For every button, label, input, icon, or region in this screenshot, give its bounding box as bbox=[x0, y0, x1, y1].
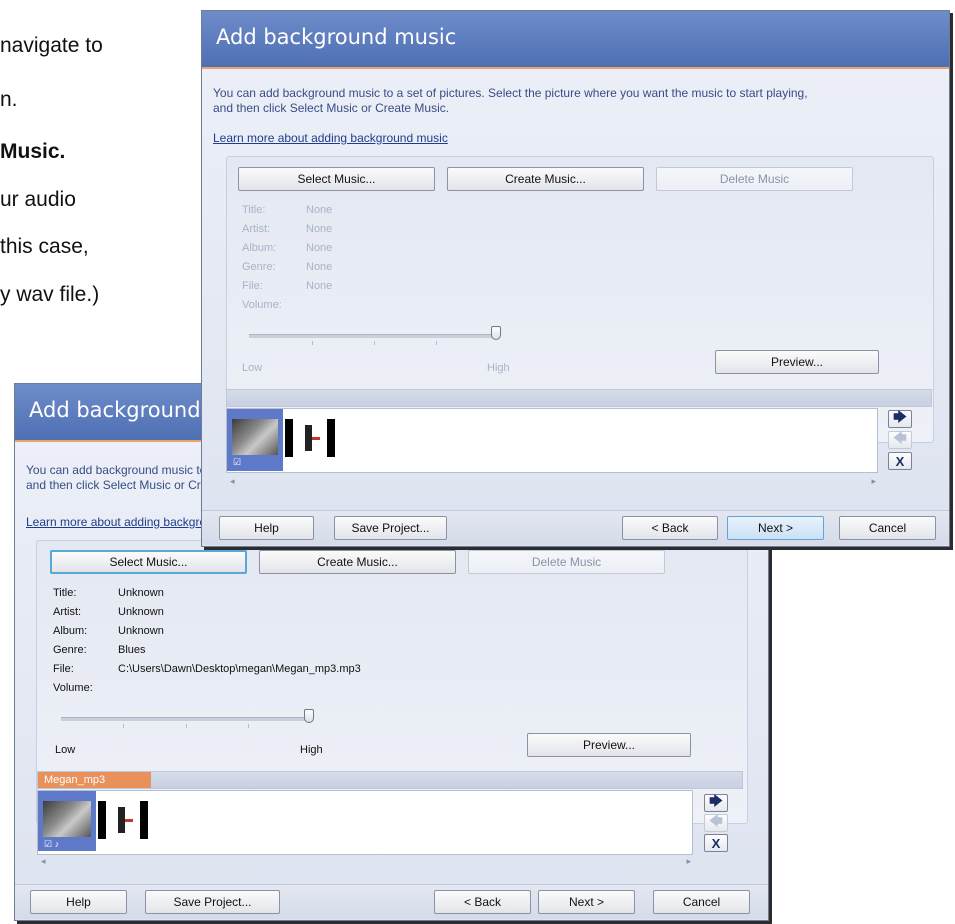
move-left-button: 🡄 bbox=[704, 813, 728, 832]
volume-slider-thumb[interactable] bbox=[491, 326, 501, 340]
scroll-left-arrow-icon[interactable]: ◂ bbox=[41, 856, 46, 867]
genre-value: Blues bbox=[118, 644, 146, 656]
back-button[interactable]: < Back bbox=[434, 890, 531, 914]
select-music-button[interactable]: Select Music... bbox=[50, 550, 247, 574]
move-left-button: 🡄 bbox=[888, 430, 912, 449]
picture-strip: ☑ ♪ bbox=[37, 790, 693, 855]
preview-button[interactable]: Preview... bbox=[527, 733, 691, 757]
cancel-button[interactable]: Cancel bbox=[839, 516, 936, 540]
thumbnail-selected[interactable]: ☑ ♪ bbox=[38, 791, 96, 851]
dialog-body: You can add background music to a set of… bbox=[202, 69, 949, 546]
instruction-line: navigate to bbox=[0, 34, 103, 57]
album-value: Unknown bbox=[118, 625, 164, 637]
next-button[interactable]: Next > bbox=[538, 890, 635, 914]
thumbnail-image bbox=[43, 801, 91, 837]
dialog-header: Add background music bbox=[202, 11, 949, 69]
slider-tick bbox=[374, 341, 375, 345]
picture-strip-scrollbar[interactable]: ◂ ▸ bbox=[230, 476, 876, 488]
file-value: None bbox=[306, 280, 333, 292]
instruction-line: n. bbox=[0, 88, 18, 111]
description-line-2: and then click Select Music or Create Mu… bbox=[213, 101, 450, 115]
file-label: File: bbox=[242, 280, 263, 292]
music-clip-tag[interactable]: Megan_mp3 bbox=[38, 772, 151, 788]
help-button[interactable]: Help bbox=[219, 516, 314, 540]
music-track-bar: Megan_mp3 bbox=[37, 771, 743, 789]
volume-label: Volume: bbox=[242, 299, 282, 311]
cancel-button[interactable]: Cancel bbox=[653, 890, 750, 914]
add-background-music-dialog-front: Add background music You can add backgro… bbox=[201, 10, 950, 547]
thumbnail-2[interactable] bbox=[285, 419, 335, 457]
volume-high-label: High bbox=[300, 744, 323, 756]
album-label: Album: bbox=[53, 625, 88, 637]
move-right-button[interactable]: 🡆 bbox=[888, 409, 912, 428]
title-label: Title: bbox=[242, 204, 266, 216]
album-label: Album: bbox=[242, 242, 277, 254]
slider-tick bbox=[186, 724, 187, 728]
slider-tick bbox=[123, 724, 124, 728]
preview-button[interactable]: Preview... bbox=[715, 350, 879, 374]
volume-slider-track bbox=[249, 334, 499, 338]
instruction-line: ur audio bbox=[0, 188, 76, 211]
create-music-button[interactable]: Create Music... bbox=[259, 550, 456, 574]
slider-tick bbox=[312, 341, 313, 345]
dialog-title: Add background music bbox=[216, 25, 457, 49]
remove-music-button[interactable]: X bbox=[704, 834, 728, 852]
instruction-line: this case, bbox=[0, 235, 89, 258]
delete-music-button: Delete Music bbox=[468, 550, 665, 574]
volume-label: Volume: bbox=[53, 682, 93, 694]
picture-strip: ☑ bbox=[226, 408, 878, 473]
delete-music-button: Delete Music bbox=[656, 167, 853, 191]
artist-label: Artist: bbox=[53, 606, 82, 618]
file-label: File: bbox=[53, 663, 74, 675]
save-project-button[interactable]: Save Project... bbox=[145, 890, 280, 914]
scroll-left-arrow-icon[interactable]: ◂ bbox=[230, 476, 235, 487]
learn-more-link[interactable]: Learn more about adding background music bbox=[213, 131, 448, 145]
select-music-button[interactable]: Select Music... bbox=[238, 167, 435, 191]
artist-value: None bbox=[306, 223, 333, 235]
create-music-button[interactable]: Create Music... bbox=[447, 167, 644, 191]
help-button[interactable]: Help bbox=[30, 890, 127, 914]
slider-tick bbox=[436, 341, 437, 345]
scroll-right-arrow-icon[interactable]: ▸ bbox=[686, 856, 691, 867]
music-track-bar bbox=[226, 389, 932, 407]
file-value: C:\Users\Dawn\Desktop\megan\Megan_mp3.mp… bbox=[118, 663, 361, 675]
thumbnail-image bbox=[232, 419, 278, 455]
scroll-right-arrow-icon[interactable]: ▸ bbox=[871, 476, 876, 487]
volume-low-label: Low bbox=[55, 744, 76, 756]
album-value: None bbox=[306, 242, 333, 254]
edit-icon: ☑ bbox=[233, 457, 242, 467]
title-label: Title: bbox=[53, 587, 77, 599]
artist-label: Artist: bbox=[242, 223, 271, 235]
slider-tick bbox=[248, 724, 249, 728]
volume-low-label: Low bbox=[242, 362, 263, 374]
genre-label: Genre: bbox=[53, 644, 87, 656]
dialog-footer: Help Save Project... < Back Next > Cance… bbox=[202, 510, 949, 545]
edit-icon: ☑ ♪ bbox=[44, 839, 60, 849]
thumbnail-2[interactable] bbox=[98, 801, 148, 839]
thumbnail-selected[interactable]: ☑ bbox=[227, 409, 283, 471]
instruction-line: y wav file.) bbox=[0, 283, 100, 306]
title-value: None bbox=[306, 204, 333, 216]
instruction-text: navigate to n. Music. ur audio this case… bbox=[0, 0, 200, 330]
dialog-footer: Help Save Project... < Back Next > Cance… bbox=[15, 884, 768, 919]
description-line-1: You can add background music to a set of… bbox=[213, 86, 808, 100]
save-project-button[interactable]: Save Project... bbox=[334, 516, 447, 540]
volume-slider-track bbox=[61, 717, 313, 721]
remove-music-button[interactable]: X bbox=[888, 452, 912, 470]
instruction-line: Music. bbox=[0, 140, 66, 163]
title-value: Unknown bbox=[118, 587, 164, 599]
artist-value: Unknown bbox=[118, 606, 164, 618]
volume-high-label: High bbox=[487, 362, 510, 374]
back-button[interactable]: < Back bbox=[622, 516, 718, 540]
move-right-button[interactable]: 🡆 bbox=[704, 793, 728, 812]
genre-label: Genre: bbox=[242, 261, 276, 273]
volume-slider-thumb[interactable] bbox=[304, 709, 314, 723]
next-button[interactable]: Next > bbox=[727, 516, 824, 540]
genre-value: None bbox=[306, 261, 333, 273]
picture-strip-scrollbar[interactable]: ◂ ▸ bbox=[41, 856, 691, 868]
